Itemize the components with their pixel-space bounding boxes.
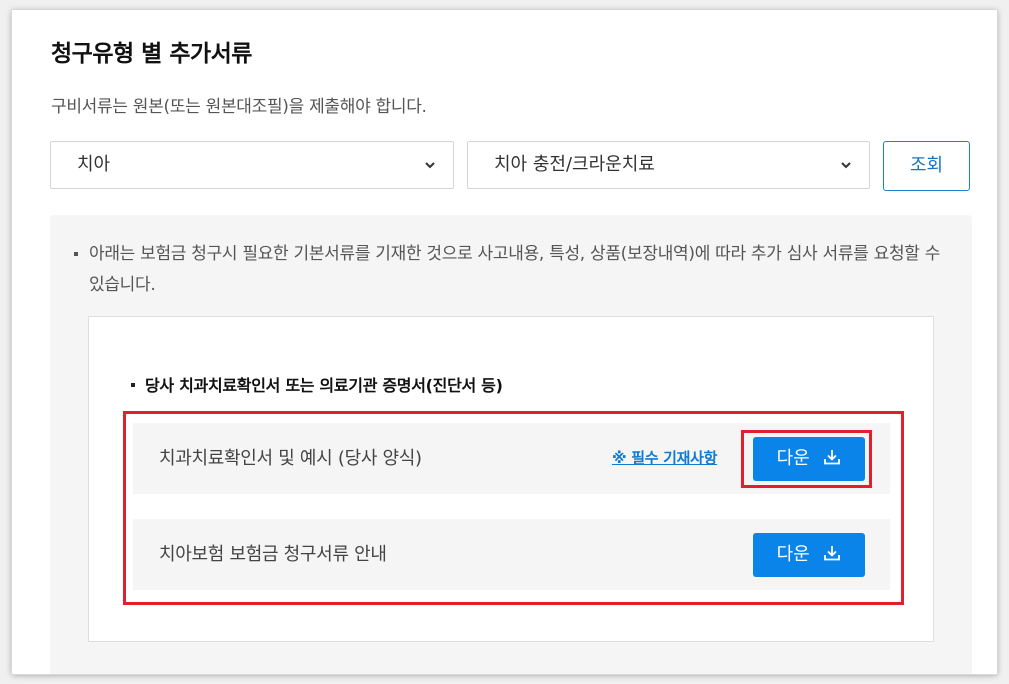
documents-heading-text: 당사 치과치료확인서 또는 의료기관 증명서(진단서 등) bbox=[145, 376, 503, 395]
notice-text: 아래는 보험금 청구시 필요한 기본서류를 기재한 것으로 사고내용, 특성, … bbox=[89, 244, 941, 295]
category-select[interactable]: 치아 bbox=[50, 141, 454, 189]
documents-heading: 당사 치과치료확인서 또는 의료기관 증명서(진단서 등) bbox=[131, 372, 503, 396]
category-select-value: 치아 bbox=[77, 154, 111, 175]
window-frame: 청구유형 별 추가서류 구비서류는 원본(또는 원본대조필)을 제출해야 합니다… bbox=[12, 10, 997, 674]
highlight-box bbox=[741, 430, 872, 488]
page-title: 청구유형 별 추가서류 bbox=[51, 41, 252, 67]
page-subtitle: 구비서류는 원본(또는 원본대조필)을 제출해야 합니다. bbox=[51, 97, 427, 117]
subcategory-select[interactable]: 치아 충전/크라운치료 bbox=[467, 141, 870, 189]
search-button[interactable]: 조회 bbox=[883, 141, 970, 191]
bullet-icon bbox=[74, 252, 78, 256]
bullet-icon bbox=[131, 382, 135, 387]
chevron-down-icon bbox=[425, 162, 435, 169]
chevron-down-icon bbox=[841, 162, 851, 169]
notice: 아래는 보험금 청구시 필요한 기본서류를 기재한 것으로 사고내용, 특성, … bbox=[74, 239, 942, 301]
subcategory-select-value: 치아 충전/크라운치료 bbox=[494, 154, 655, 175]
